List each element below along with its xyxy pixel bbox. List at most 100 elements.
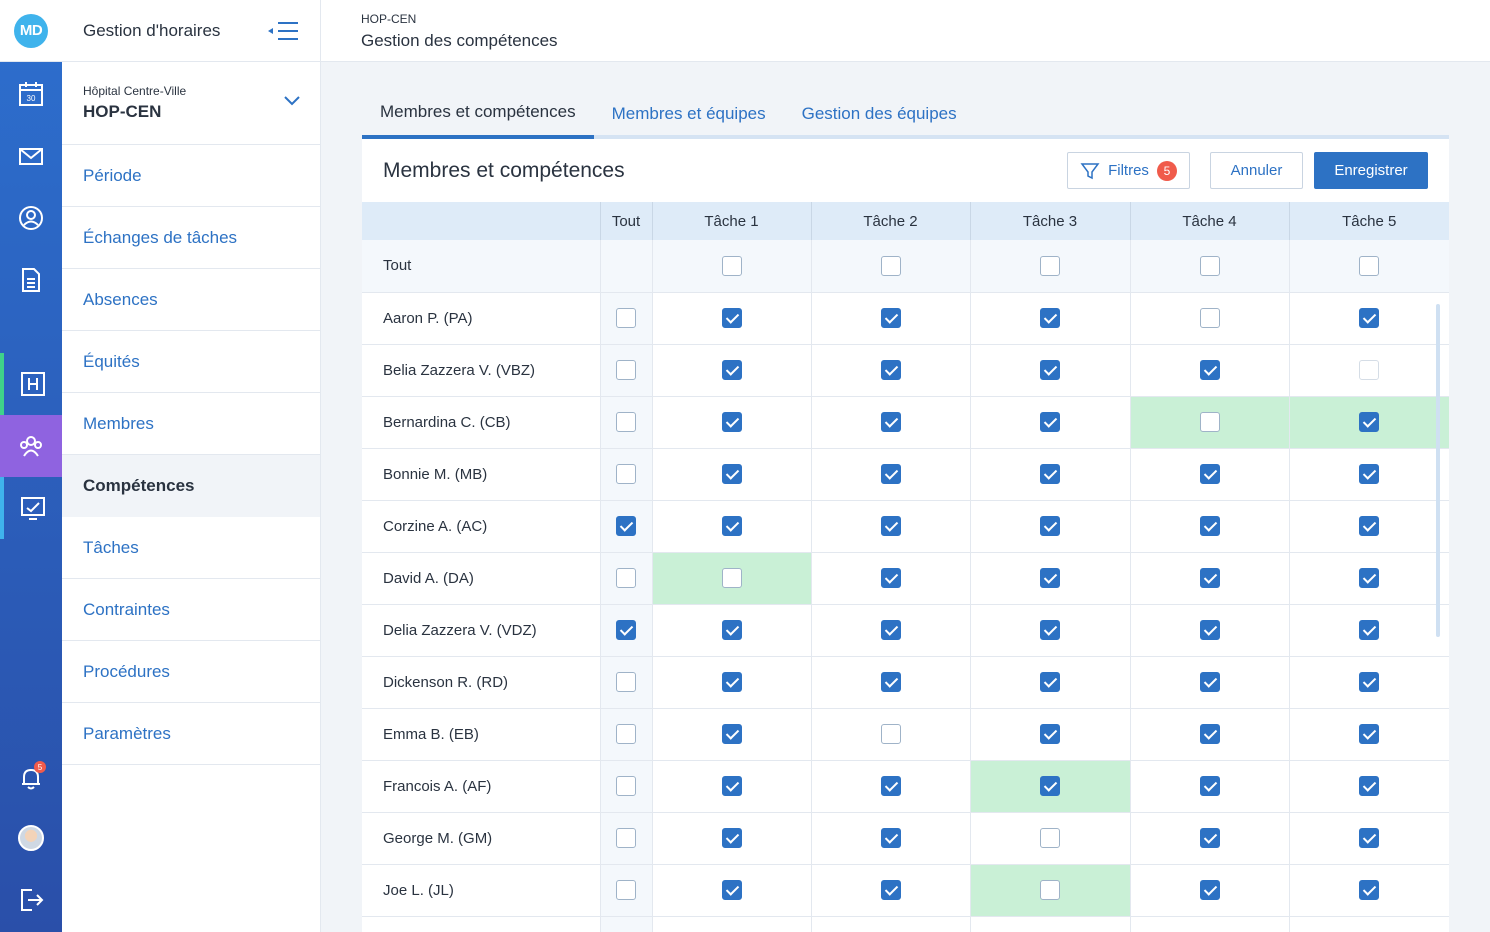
task-checkbox[interactable] <box>721 724 742 744</box>
cancel-button[interactable]: Annuler <box>1210 152 1303 189</box>
task-checkbox[interactable] <box>1040 516 1060 536</box>
task-checkbox[interactable] <box>880 880 901 900</box>
sidebar-item[interactable]: Échanges de tâches <box>62 207 320 269</box>
select-all-task-checkbox[interactable] <box>1040 255 1060 276</box>
breadcrumb[interactable]: HOP-CEN <box>361 12 1490 26</box>
task-checkbox[interactable] <box>1199 724 1220 744</box>
task-checkbox[interactable] <box>1040 464 1060 484</box>
member-all-checkbox[interactable] <box>616 568 636 588</box>
task-checkbox[interactable] <box>880 724 901 744</box>
filter-button[interactable]: Filtres 5 <box>1067 152 1190 189</box>
task-checkbox[interactable] <box>1199 880 1220 900</box>
task-checkbox[interactable] <box>1359 568 1380 588</box>
task-checkbox[interactable] <box>721 776 742 796</box>
sidebar-item[interactable]: Absences <box>62 269 320 331</box>
task-checkbox[interactable] <box>1359 412 1380 432</box>
select-all-task-checkbox[interactable] <box>1199 255 1220 276</box>
task-checkbox[interactable] <box>1040 568 1060 588</box>
task-checkbox[interactable] <box>1359 724 1380 744</box>
rail-notifications[interactable]: 5 <box>0 747 62 809</box>
task-checkbox[interactable] <box>721 568 742 588</box>
task-checkbox[interactable] <box>1359 464 1380 484</box>
sidebar-item[interactable]: Équités <box>62 331 320 393</box>
task-checkbox[interactable] <box>721 464 742 484</box>
rail-calendar[interactable]: 30 <box>0 63 62 125</box>
task-checkbox[interactable] <box>880 828 901 848</box>
task-checkbox[interactable] <box>880 308 901 328</box>
task-checkbox[interactable] <box>880 620 901 640</box>
member-all-checkbox[interactable] <box>616 620 636 640</box>
sidebar-item[interactable]: Compétences <box>62 455 320 517</box>
rail-team[interactable] <box>0 415 62 477</box>
task-checkbox[interactable] <box>1040 880 1060 900</box>
rail-presentation[interactable] <box>0 477 62 539</box>
collapse-menu-icon[interactable] <box>266 20 300 42</box>
task-checkbox[interactable] <box>880 464 901 484</box>
task-checkbox[interactable] <box>721 880 742 900</box>
table-scrollbar[interactable] <box>1436 304 1440 637</box>
member-all-checkbox[interactable] <box>616 724 636 744</box>
task-checkbox[interactable] <box>880 568 901 588</box>
member-all-checkbox[interactable] <box>616 464 636 484</box>
sidebar-item[interactable]: Paramètres <box>62 703 320 765</box>
rail-mail[interactable] <box>0 125 62 187</box>
task-checkbox[interactable] <box>721 828 742 848</box>
org-selector[interactable]: Hôpital Centre-Ville HOP-CEN <box>62 62 320 145</box>
rail-avatar[interactable] <box>0 807 62 869</box>
app-logo[interactable]: MD <box>14 13 48 48</box>
select-all-task-checkbox[interactable] <box>721 255 742 276</box>
save-button[interactable]: Enregistrer <box>1314 152 1428 189</box>
task-checkbox[interactable] <box>1359 880 1380 900</box>
task-checkbox[interactable] <box>1199 828 1220 848</box>
task-checkbox[interactable] <box>1359 308 1380 328</box>
task-checkbox[interactable] <box>1199 516 1220 536</box>
task-checkbox[interactable] <box>1199 620 1220 640</box>
tab[interactable]: Membres et compétences <box>362 92 594 139</box>
member-all-checkbox[interactable] <box>616 880 636 900</box>
member-all-checkbox[interactable] <box>616 412 636 432</box>
member-all-checkbox[interactable] <box>616 672 636 692</box>
select-all-task-checkbox[interactable] <box>1359 255 1380 276</box>
task-checkbox[interactable] <box>1040 308 1060 328</box>
sidebar-item[interactable]: Membres <box>62 393 320 455</box>
rail-logout[interactable] <box>0 869 62 931</box>
task-checkbox[interactable] <box>1040 360 1060 380</box>
rail-profile[interactable] <box>0 187 62 249</box>
task-checkbox[interactable] <box>880 412 901 432</box>
select-all-task-checkbox[interactable] <box>880 255 901 276</box>
task-checkbox[interactable] <box>721 308 742 328</box>
task-checkbox[interactable] <box>1199 568 1220 588</box>
member-all-checkbox[interactable] <box>616 776 636 796</box>
task-checkbox[interactable] <box>1040 620 1060 640</box>
task-checkbox[interactable] <box>1040 724 1060 744</box>
task-checkbox[interactable] <box>880 360 901 380</box>
task-checkbox[interactable] <box>1040 412 1060 432</box>
task-checkbox[interactable] <box>1359 828 1380 848</box>
task-checkbox[interactable] <box>1359 776 1380 796</box>
task-checkbox[interactable] <box>880 672 901 692</box>
task-checkbox[interactable] <box>721 412 742 432</box>
task-checkbox[interactable] <box>721 672 742 692</box>
task-checkbox[interactable] <box>1199 412 1220 432</box>
sidebar-item[interactable]: Contraintes <box>62 579 320 641</box>
task-checkbox[interactable] <box>1040 672 1060 692</box>
sidebar-item[interactable]: Période <box>62 145 320 207</box>
sidebar-item[interactable]: Procédures <box>62 641 320 703</box>
member-all-checkbox[interactable] <box>616 516 636 536</box>
task-checkbox[interactable] <box>721 360 742 380</box>
rail-hospital[interactable] <box>0 353 62 415</box>
task-checkbox[interactable] <box>1199 672 1220 692</box>
task-checkbox[interactable] <box>1359 620 1380 640</box>
task-checkbox[interactable] <box>1359 516 1380 536</box>
task-checkbox[interactable] <box>1040 776 1060 796</box>
task-checkbox[interactable] <box>1199 464 1220 484</box>
member-all-checkbox[interactable] <box>616 828 636 848</box>
tab[interactable]: Membres et équipes <box>594 92 784 135</box>
task-checkbox[interactable] <box>1359 672 1380 692</box>
rail-document[interactable] <box>0 249 62 311</box>
task-checkbox[interactable] <box>880 516 901 536</box>
member-all-checkbox[interactable] <box>616 308 636 328</box>
task-checkbox[interactable] <box>721 516 742 536</box>
task-checkbox[interactable] <box>1199 360 1220 380</box>
task-checkbox[interactable] <box>1359 360 1380 380</box>
